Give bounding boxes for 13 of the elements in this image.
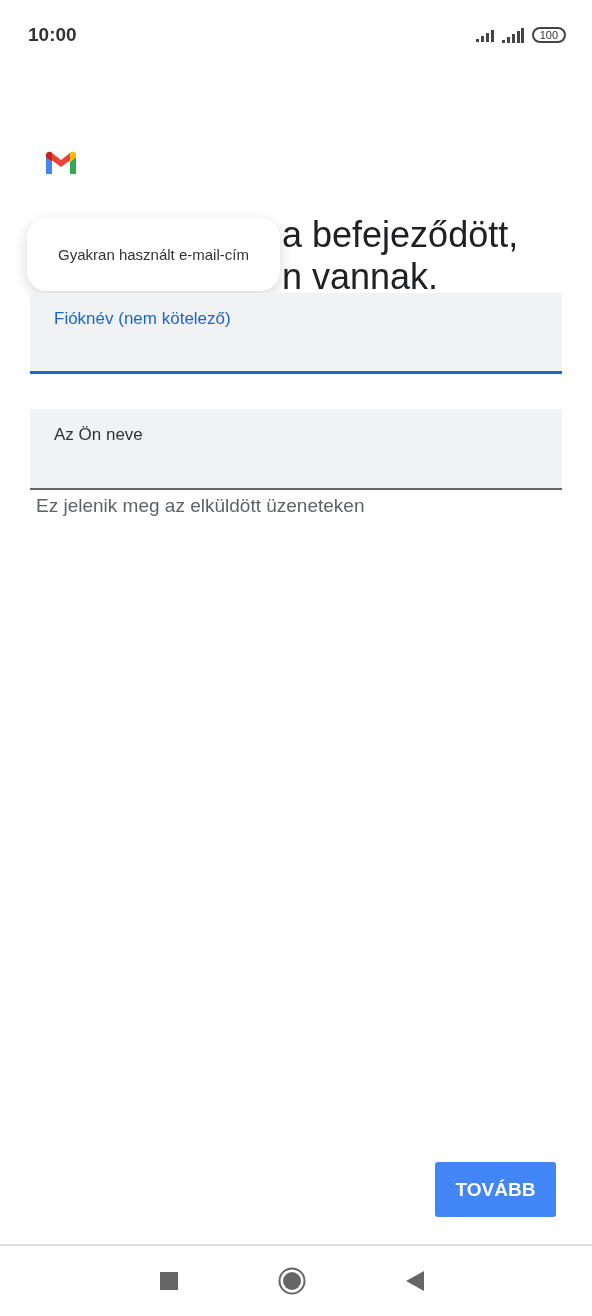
back-icon[interactable] — [406, 1271, 424, 1291]
signal-icon — [501, 27, 524, 43]
battery-level: 100 — [531, 27, 566, 43]
home-icon[interactable] — [278, 1267, 306, 1295]
text-field[interactable]: Az Ön neve — [30, 409, 562, 490]
next-button[interactable]: TOVÁBB — [435, 1162, 556, 1217]
heading-text: a befejeződött, — [282, 214, 519, 256]
helper-text: Ez jelenik meg az elküldött üzeneteken — [36, 495, 365, 517]
mail-logo-icon — [44, 150, 78, 176]
signal-icon — [475, 28, 494, 42]
suggestion-popup[interactable]: Gyakran használt e-mail-cím — [27, 218, 280, 291]
text-field[interactable]: Fióknév (nem kötelező) — [30, 293, 562, 374]
status-time: 10:00 — [28, 24, 77, 46]
